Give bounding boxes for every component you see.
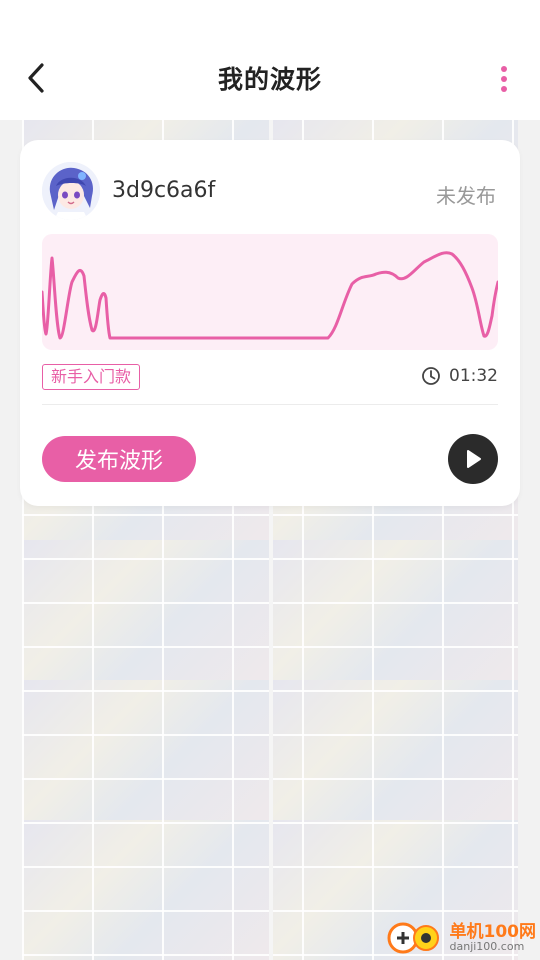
- username: 3d9c6a6f: [112, 178, 216, 203]
- more-options-button[interactable]: [492, 62, 516, 96]
- status-label: 未发布: [436, 184, 496, 208]
- duration: 01:32: [421, 366, 498, 386]
- play-button[interactable]: [448, 434, 498, 484]
- waveform-preview: [42, 234, 498, 350]
- waveform-line: [42, 251, 498, 340]
- tier-tag: 新手入门款: [42, 364, 141, 390]
- page-title: 我的波形: [217, 65, 322, 94]
- more-vertical-icon: [501, 66, 507, 72]
- divider: [42, 404, 498, 405]
- avatar[interactable]: [42, 162, 100, 220]
- app-header: 我的波形: [0, 0, 540, 120]
- site-watermark: 单机100网 danji100.com: [386, 916, 537, 960]
- duration-value: 01:32: [449, 366, 498, 386]
- watermark-url: danji100.com: [449, 940, 525, 954]
- waveform-card: 3d9c6a6f 未发布 新手入门款 01:32 发布波形: [20, 140, 520, 506]
- play-icon: [467, 450, 481, 468]
- publish-waveform-button[interactable]: 发布波形: [42, 436, 196, 482]
- watermark-logo-icon: [387, 922, 439, 954]
- avatar-image: [42, 162, 100, 220]
- clock-icon: [422, 367, 440, 385]
- watermark-name: 单机100网: [449, 921, 537, 942]
